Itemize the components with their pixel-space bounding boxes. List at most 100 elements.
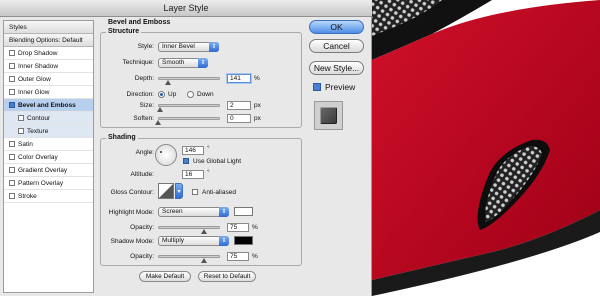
direction-up-radio[interactable] — [158, 91, 165, 98]
direction-up-label: Up — [168, 91, 177, 98]
size-slider-thumb[interactable] — [157, 107, 163, 112]
bevel-emboss-title: Bevel and Emboss — [108, 19, 171, 26]
inner-glow-item[interactable]: Inner Glow — [4, 86, 93, 99]
styles-header-label: Styles — [9, 24, 27, 31]
size-slider-track[interactable] — [158, 104, 220, 107]
depth-unit: % — [254, 75, 260, 82]
highlight-mode-value: Screen — [162, 208, 183, 215]
depth-slider-thumb[interactable] — [165, 80, 171, 85]
angle-field[interactable]: 146 — [182, 146, 204, 155]
direction-label: Direction: — [126, 91, 154, 98]
blending-options-label: Blending Options: Default — [9, 37, 83, 44]
texture-label: Texture — [27, 128, 49, 135]
reset-default-button[interactable]: Reset to Default — [198, 271, 256, 282]
texture-checkbox[interactable] — [18, 128, 24, 134]
depth-label: Depth: — [134, 75, 154, 82]
style-popup[interactable]: Inner Bevel ⇕ — [158, 42, 219, 52]
satin-label: Satin — [18, 141, 33, 148]
structure-title: Structure — [106, 28, 142, 35]
inner-shadow-checkbox[interactable] — [9, 63, 15, 69]
highlight-opacity-slider-thumb[interactable] — [201, 229, 207, 234]
pattern-overlay-item[interactable]: Pattern Overlay — [4, 177, 93, 190]
direction-down-radio[interactable] — [187, 91, 194, 98]
soften-slider-thumb[interactable] — [155, 120, 161, 125]
highlight-opacity-unit: % — [252, 224, 258, 231]
drop-shadow-item[interactable]: Drop Shadow — [4, 47, 93, 60]
gradient-overlay-checkbox[interactable] — [9, 167, 15, 173]
shadow-opacity-field[interactable]: 75 — [227, 252, 249, 261]
soften-slider-track[interactable] — [158, 117, 220, 120]
drop-shadow-label: Drop Shadow — [18, 50, 58, 57]
altitude-label: Altitude: — [130, 171, 155, 178]
shadow-opacity-slider-track[interactable] — [158, 255, 220, 258]
canvas-artwork — [372, 0, 600, 296]
pattern-overlay-checkbox[interactable] — [9, 180, 15, 186]
angle-unit: ° — [207, 145, 210, 152]
cancel-button[interactable]: Cancel — [309, 39, 364, 53]
color-overlay-item[interactable]: Color Overlay — [4, 151, 93, 164]
global-light-label: Use Global Light — [193, 158, 242, 165]
depth-field[interactable]: 141 — [227, 74, 251, 83]
inner-glow-checkbox[interactable] — [9, 89, 15, 95]
drop-shadow-checkbox[interactable] — [9, 50, 15, 56]
bevel-emboss-checkbox[interactable] — [9, 102, 15, 108]
stroke-checkbox[interactable] — [9, 193, 15, 199]
highlight-color-swatch[interactable] — [234, 207, 253, 216]
inner-glow-label: Inner Glow — [18, 89, 50, 96]
gradient-overlay-item[interactable]: Gradient Overlay — [4, 164, 93, 177]
satin-checkbox[interactable] — [9, 141, 15, 147]
soften-label: Soften: — [133, 115, 154, 122]
new-style-button[interactable]: New Style... — [309, 61, 364, 75]
styles-header[interactable]: Styles — [4, 21, 93, 34]
highlight-opacity-slider-track[interactable] — [158, 226, 220, 229]
ok-button[interactable]: OK — [309, 20, 364, 34]
texture-item[interactable]: Texture — [4, 125, 93, 138]
gloss-contour-preview[interactable] — [158, 183, 174, 199]
size-field[interactable]: 2 — [227, 101, 251, 110]
bevel-emboss-item[interactable]: Bevel and Emboss — [4, 99, 93, 112]
shadow-mode-popup[interactable]: Multiply ⇕ — [158, 236, 229, 246]
satin-item[interactable]: Satin — [4, 138, 93, 151]
shadow-opacity-unit: % — [252, 253, 258, 260]
contour-label: Contour — [27, 115, 51, 122]
anti-aliased-checkbox[interactable] — [192, 189, 198, 195]
highlight-opacity-field[interactable]: 75 — [227, 223, 249, 232]
technique-label: Technique: — [122, 59, 154, 66]
stroke-item[interactable]: Stroke — [4, 190, 93, 203]
popup-arrows-icon: ⇕ — [219, 207, 229, 217]
highlight-mode-popup[interactable]: Screen ⇕ — [158, 207, 229, 217]
color-overlay-checkbox[interactable] — [9, 154, 15, 160]
contour-item[interactable]: Contour — [4, 112, 93, 125]
highlight-opacity-label: Opacity: — [130, 224, 154, 231]
angle-dial-marker-icon — [160, 151, 162, 153]
window-title: Layer Style — [0, 0, 372, 17]
bevel-emboss-label: Bevel and Emboss — [18, 102, 76, 109]
soften-unit: px — [254, 115, 261, 122]
contour-checkbox[interactable] — [18, 115, 24, 121]
popup-arrows-icon: ⇕ — [198, 58, 208, 68]
shadow-opacity-slider-thumb[interactable] — [201, 258, 207, 263]
style-label: Style: — [137, 43, 154, 50]
preview-swatch-icon — [320, 107, 337, 124]
preview-thumbnail — [314, 101, 343, 130]
make-default-button[interactable]: Make Default — [139, 271, 191, 282]
gloss-contour-dropdown-icon[interactable]: ▾ — [175, 183, 183, 199]
shadow-opacity-label: Opacity: — [130, 253, 154, 260]
pattern-overlay-label: Pattern Overlay — [18, 180, 64, 187]
size-unit: px — [254, 102, 261, 109]
popup-arrows-icon: ⇕ — [219, 236, 229, 246]
highlight-mode-label: Highlight Mode: — [108, 209, 154, 216]
gradient-overlay-label: Gradient Overlay — [18, 167, 68, 174]
blending-options-item[interactable]: Blending Options: Default — [4, 34, 93, 47]
altitude-field[interactable]: 16 — [182, 170, 204, 179]
angle-dial[interactable] — [155, 144, 177, 166]
shadow-color-swatch[interactable] — [234, 236, 253, 245]
outer-glow-item[interactable]: Outer Glow — [4, 73, 93, 86]
inner-shadow-item[interactable]: Inner Shadow — [4, 60, 93, 73]
preview-checkbox[interactable] — [313, 83, 321, 91]
outer-glow-checkbox[interactable] — [9, 76, 15, 82]
direction-down-label: Down — [197, 91, 214, 98]
soften-field[interactable]: 0 — [227, 114, 251, 123]
technique-popup[interactable]: Smooth ⇕ — [158, 58, 208, 68]
global-light-checkbox[interactable] — [183, 158, 189, 164]
